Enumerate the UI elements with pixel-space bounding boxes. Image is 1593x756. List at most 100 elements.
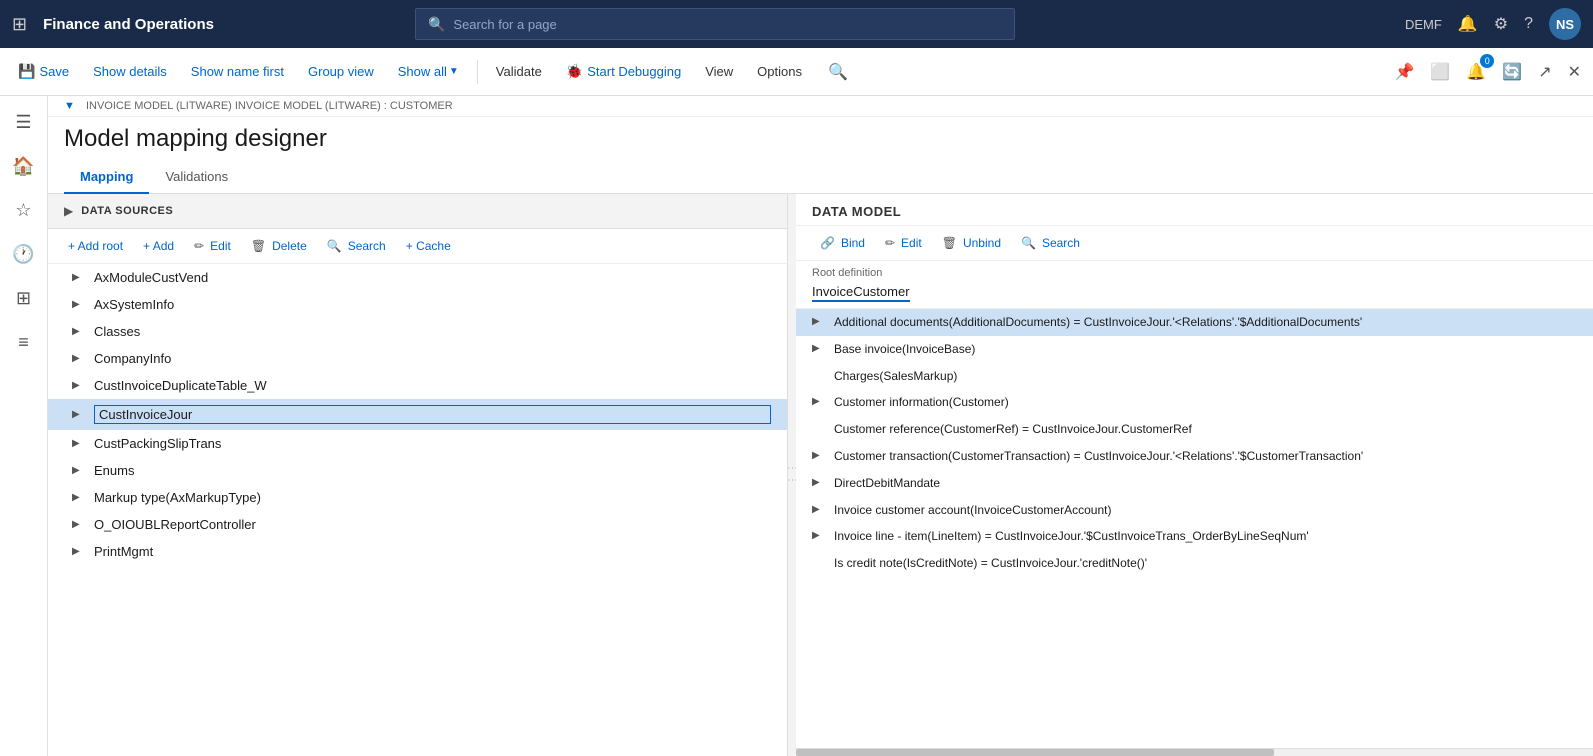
tree-item-classes[interactable]: ▶ Classes (48, 318, 787, 345)
global-search-bar[interactable]: 🔍 Search for a page (415, 8, 1015, 40)
show-all-button[interactable]: Show all ▼ (388, 58, 469, 85)
notification-count-icon[interactable]: 🔔0 (1462, 58, 1490, 86)
search-icon: 🔍 (428, 16, 445, 33)
edit-button[interactable]: ✏ Edit (186, 235, 239, 257)
model-item-customerinfo[interactable]: ▶ Customer information(Customer) (796, 389, 1593, 416)
expand-icon[interactable]: ⬜ (1426, 58, 1454, 86)
breadcrumb-filter-icon: ▼ (64, 100, 75, 112)
tree-item-enums[interactable]: ▶ Enums (48, 457, 787, 484)
open-new-icon[interactable]: ↗ (1534, 58, 1555, 86)
sidebar-item-home[interactable]: 🏠 (6, 148, 42, 184)
chevron-right-icon: ▶ (812, 449, 826, 463)
tree-item-axsysteminfo[interactable]: ▶ AxSystemInfo (48, 291, 787, 318)
user-avatar[interactable]: NS (1549, 8, 1581, 40)
edit-icon: ✏ (194, 239, 204, 253)
chevron-right-icon: ▶ (72, 272, 86, 283)
horizontal-scrollbar[interactable] (796, 748, 1593, 756)
sidebar-item-menu[interactable]: ☰ (6, 104, 42, 140)
page-title: Model mapping designer (64, 125, 1577, 153)
search-placeholder: Search for a page (453, 17, 556, 32)
save-button[interactable]: 💾 Save (8, 57, 79, 86)
nav-right-actions: DEMF 🔔 ⚙ ? NS (1405, 8, 1581, 40)
add-root-button[interactable]: + Add root (60, 235, 131, 257)
tree-item-custinvoiceduplicatetable[interactable]: ▶ CustInvoiceDuplicateTable_W (48, 372, 787, 399)
search-button[interactable]: 🔍 Search (319, 235, 394, 257)
sidebar-item-modules[interactable]: ≡ (6, 324, 42, 360)
delete-button[interactable]: 🗑 Delete (243, 235, 315, 257)
chevron-right-icon: ▶ (812, 395, 826, 409)
model-item-iscreditnote[interactable]: Is credit note(IsCreditNote) = CustInvoi… (796, 550, 1593, 577)
model-item-additionaldocs[interactable]: ▶ Additional documents(AdditionalDocumen… (796, 309, 1593, 336)
search-toolbar-icon[interactable]: 🔍 (824, 58, 852, 86)
data-sources-panel: ▶ DATA SOURCES + Add root + Add ✏ Edit (48, 194, 788, 756)
data-sources-title: DATA SOURCES (81, 205, 173, 217)
environment-label: DEMF (1405, 17, 1442, 32)
show-name-first-button[interactable]: Show name first (181, 58, 294, 85)
data-sources-header: ▶ DATA SOURCES (48, 194, 787, 229)
settings-icon[interactable]: ⚙ (1494, 14, 1508, 34)
refresh-icon[interactable]: 🔄 (1498, 58, 1526, 86)
sidebar-item-recent[interactable]: 🕐 (6, 236, 42, 272)
model-item-invoicecustaccount[interactable]: ▶ Invoice customer account(InvoiceCustom… (796, 497, 1593, 524)
pin-icon[interactable]: 📌 (1391, 58, 1419, 86)
model-item-charges[interactable]: Charges(SalesMarkup) (796, 363, 1593, 390)
model-item-invoiceline[interactable]: ▶ Invoice line - item(LineItem) = CustIn… (796, 523, 1593, 550)
panel-expand-icon[interactable]: ▶ (64, 204, 73, 218)
page-header: Model mapping designer (48, 117, 1593, 161)
edit-icon: ✏ (885, 236, 895, 250)
chevron-right-icon: ▶ (72, 326, 86, 337)
chevron-down-icon: ▼ (449, 66, 459, 77)
chevron-right-icon: ▶ (812, 503, 826, 517)
tab-validations[interactable]: Validations (149, 161, 244, 194)
options-button[interactable]: Options (747, 58, 812, 85)
add-button[interactable]: + Add (135, 235, 182, 257)
search-model-button[interactable]: 🔍 Search (1013, 232, 1088, 254)
app-title: Finance and Operations (43, 16, 214, 33)
cache-button[interactable]: + Cache (398, 235, 459, 257)
show-details-button[interactable]: Show details (83, 58, 177, 85)
tree-item-printmgmt[interactable]: ▶ PrintMgmt (48, 538, 787, 565)
data-sources-tree: ▶ AxModuleCustVend ▶ AxSystemInfo ▶ Clas… (48, 264, 787, 756)
chevron-right-icon: ▶ (72, 299, 86, 310)
chevron-right-icon: ▶ (812, 315, 826, 329)
tree-item-companyinfo[interactable]: ▶ CompanyInfo (48, 345, 787, 372)
save-icon: 💾 (18, 63, 35, 80)
validate-button[interactable]: Validate (486, 58, 552, 85)
sidebar-item-favorites[interactable]: ☆ (6, 192, 42, 228)
left-sidebar: ☰ 🏠 ☆ 🕐 ⊞ ≡ (0, 96, 48, 756)
delete-icon: 🗑 (251, 239, 266, 253)
close-icon[interactable]: ✕ (1564, 58, 1585, 86)
tree-item-custinvoicejour[interactable]: ▶ CustInvoiceJour (48, 399, 787, 430)
help-icon[interactable]: ? (1524, 15, 1533, 33)
chevron-right-icon: ▶ (72, 438, 86, 449)
start-debugging-button[interactable]: 🐞 Start Debugging (556, 57, 691, 86)
model-item-baseinvoice[interactable]: ▶ Base invoice(InvoiceBase) (796, 336, 1593, 363)
group-view-button[interactable]: Group view (298, 58, 384, 85)
edit-model-button[interactable]: ✏ Edit (877, 232, 930, 254)
model-item-directdebit[interactable]: ▶ DirectDebitMandate (796, 470, 1593, 497)
tab-mapping[interactable]: Mapping (64, 161, 149, 194)
notifications-icon[interactable]: 🔔 (1458, 14, 1478, 34)
bind-button[interactable]: 🔗 Bind (812, 232, 873, 254)
tree-item-markuptype[interactable]: ▶ Markup type(AxMarkupType) (48, 484, 787, 511)
tree-item-axmodulecustvend[interactable]: ▶ AxModuleCustVend (48, 264, 787, 291)
scrollbar-thumb (796, 749, 1274, 756)
split-content: ▶ DATA SOURCES + Add root + Add ✏ Edit (48, 194, 1593, 756)
root-definition-label: Root definition (812, 267, 1577, 279)
top-navigation: ⊞ Finance and Operations 🔍 Search for a … (0, 0, 1593, 48)
chevron-right-icon: ▶ (812, 342, 826, 356)
view-button[interactable]: View (695, 58, 743, 85)
tree-item-custpackingsliptrans[interactable]: ▶ CustPackingSlipTrans (48, 430, 787, 457)
toolbar-separator-1 (477, 60, 478, 84)
grid-icon[interactable]: ⊞ (12, 14, 27, 35)
model-item-customertransaction[interactable]: ▶ Customer transaction(CustomerTransacti… (796, 443, 1593, 470)
chevron-right-icon: ▶ (72, 380, 86, 391)
data-model-toolbar: 🔗 Bind ✏ Edit 🗑 Unbind 🔍 Search (796, 226, 1593, 261)
tree-item-oioublcontroller[interactable]: ▶ O_OIOUBLReportController (48, 511, 787, 538)
search-icon: 🔍 (327, 239, 342, 253)
vertical-resize-handle[interactable]: ⋮⋮ (788, 194, 796, 756)
model-item-customerref[interactable]: Customer reference(CustomerRef) = CustIn… (796, 416, 1593, 443)
unbind-button[interactable]: 🗑 Unbind (934, 232, 1009, 254)
data-model-tree: ▶ Additional documents(AdditionalDocumen… (796, 309, 1593, 748)
sidebar-item-workspaces[interactable]: ⊞ (6, 280, 42, 316)
